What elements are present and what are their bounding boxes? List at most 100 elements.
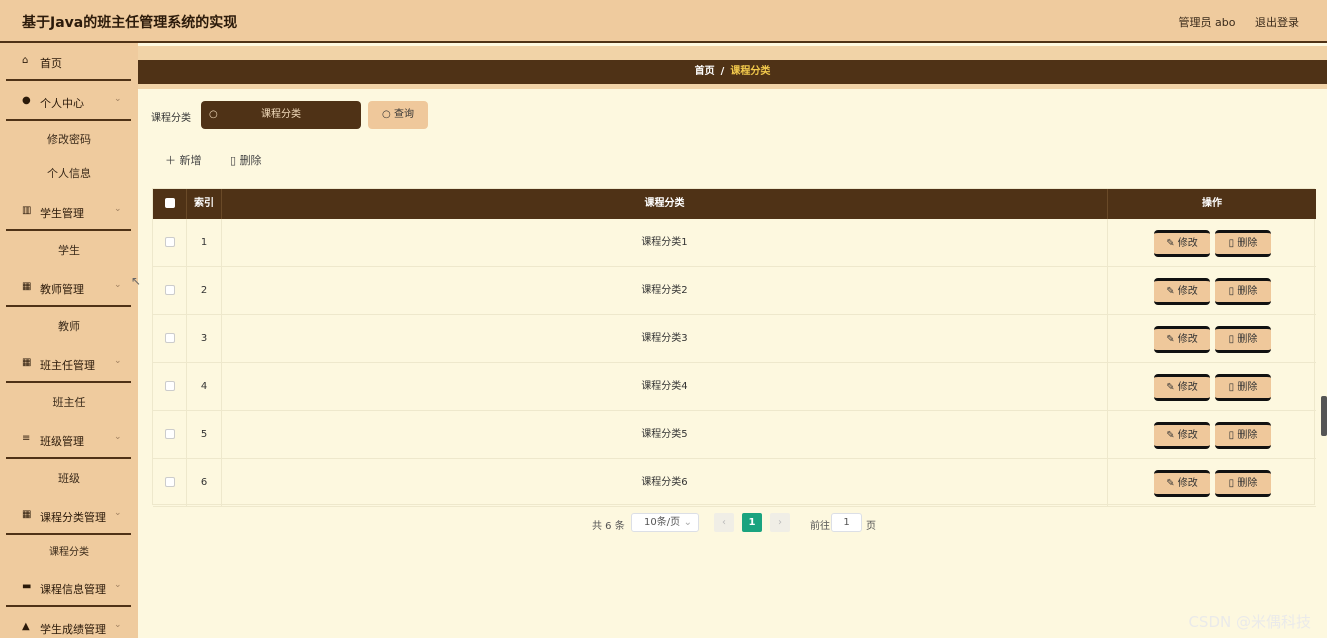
row-checkbox[interactable]	[164, 381, 175, 391]
goto-unit: 页	[866, 521, 876, 532]
sidebar-subitem-password[interactable]: 修改密码	[0, 125, 138, 155]
goto-page-input[interactable]: 1	[831, 513, 862, 532]
sidebar-item-headteachers[interactable]: ▦ 班主任管理 ⌄	[6, 345, 131, 383]
search-input[interactable]: ○ 课程分类	[201, 101, 361, 129]
row-index: 1	[187, 219, 222, 266]
row-select-cell[interactable]	[153, 315, 187, 362]
sidebar-item-label: 学生成绩管理	[40, 623, 106, 636]
sidebar-subitem-course-category[interactable]: 课程分类	[0, 538, 138, 568]
row-select-cell[interactable]	[153, 363, 187, 410]
edit-button[interactable]: ✎ 修改	[1154, 326, 1210, 353]
row-checkbox[interactable]	[164, 477, 175, 487]
chevron-down-icon: ⌄	[114, 620, 122, 630]
edit-button[interactable]: ✎ 修改	[1154, 278, 1210, 305]
edit-icon: ✎	[1166, 478, 1175, 489]
row-checkbox[interactable]	[164, 237, 175, 247]
row-checkbox[interactable]	[164, 429, 175, 439]
row-category: 课程分类6	[222, 459, 1108, 506]
next-page-button[interactable]: ›	[770, 513, 790, 532]
delete-button[interactable]: ▯ 删除	[1215, 278, 1271, 305]
row-checkbox[interactable]	[164, 333, 175, 343]
delete-button[interactable]: ▯ 删除	[1215, 374, 1271, 401]
query-button[interactable]: ○ 查询	[368, 101, 428, 129]
prev-page-button[interactable]: ‹	[714, 513, 734, 532]
chevron-down-icon: ⌄	[114, 356, 122, 366]
sidebar-item-students[interactable]: ▥ 学生管理 ⌄	[6, 193, 131, 231]
column-header-actions: 操作	[1202, 198, 1222, 209]
row-actions	[1108, 363, 1316, 410]
chevron-down-icon: ⌄	[114, 580, 122, 590]
edit-button[interactable]: ✎ 修改	[1154, 230, 1210, 257]
row-category: 课程分类4	[222, 363, 1108, 410]
delete-button[interactable]: ▯ 删除	[1215, 230, 1271, 257]
breadcrumb-home[interactable]: 首页	[695, 66, 715, 77]
sidebar-item-classes[interactable]: ≡ 班级管理 ⌄	[6, 421, 131, 459]
row-select-cell[interactable]	[153, 459, 187, 506]
sidebar-item-label: 班主任管理	[40, 359, 95, 372]
row-checkbox[interactable]	[164, 285, 175, 295]
delete-button-label: 删除	[1237, 382, 1258, 393]
row-index: 4	[187, 363, 222, 410]
chevron-down-icon: ⌄	[114, 204, 122, 214]
sidebar-subitem-headteacher[interactable]: 班主任	[0, 388, 138, 418]
sidebar-item-grades[interactable]: ▲ 学生成绩管理 ⌄	[6, 609, 131, 638]
sidebar-item-label: 学生管理	[40, 207, 84, 220]
row-actions	[1108, 267, 1316, 314]
delete-button[interactable]: ▯ 删除	[1215, 422, 1271, 449]
edit-button[interactable]: ✎ 修改	[1154, 374, 1210, 401]
edit-icon: ✎	[1166, 382, 1175, 393]
chevron-down-icon: ⌄	[683, 517, 692, 528]
select-all-checkbox[interactable]	[164, 198, 175, 208]
sidebar-item-label: 个人中心	[40, 97, 84, 110]
logout-link[interactable]: 退出登录	[1255, 16, 1299, 29]
delete-button-label: 删除	[1237, 430, 1258, 441]
watermark: CSDN @米偶科技	[1188, 613, 1311, 631]
add-button-label: 新增	[179, 154, 202, 167]
sidebar-item-teachers[interactable]: ▦ 教师管理 ⌄	[6, 269, 131, 307]
edit-button[interactable]: ✎ 修改	[1154, 422, 1210, 449]
table-row: 5 课程分类5 ✎ 修改 ▯ 删除	[153, 411, 1316, 459]
delete-button[interactable]: ▯ 删除	[1215, 470, 1271, 497]
edit-button-label: 修改	[1177, 382, 1198, 393]
top-header: 基于Java的班主任管理系统的实现 管理员 abo 退出登录	[0, 0, 1327, 43]
table-header: 索引 课程分类 操作	[153, 189, 1316, 219]
sidebar-subitem-class[interactable]: 班级	[0, 464, 138, 494]
sidebar-item-personal[interactable]: ● 个人中心 ⌄	[6, 83, 131, 121]
scrollbar-handle[interactable]	[1321, 396, 1327, 436]
delete-button[interactable]: ▯ 删除	[1215, 326, 1271, 353]
user-icon: ●	[22, 95, 31, 106]
table-row: 6 课程分类6 ✎ 修改 ▯ 删除	[153, 459, 1316, 507]
add-button[interactable]: ＋ 新增	[165, 152, 202, 168]
page-size-select[interactable]: 10条/页 ⌄	[631, 513, 699, 532]
grid-icon: ▦	[22, 357, 32, 368]
search-icon: ○	[382, 109, 391, 120]
app-title: 基于Java的班主任管理系统的实现	[22, 15, 238, 31]
sidebar-item-course-categories[interactable]: ▦ 课程分类管理 ⌄	[6, 497, 131, 535]
row-category: 课程分类1	[222, 219, 1108, 266]
main-content: 首页 / 课程分类 课程分类 ○ 课程分类 ○ 查询 ＋ 新增 ▯ 删除 索引 课程…	[138, 43, 1327, 638]
edit-icon: ✎	[1166, 238, 1175, 249]
trash-icon: ▯	[230, 154, 237, 167]
pagination: 共 6 条 10条/页 ⌄ ‹ 1 › 前往 1 页	[138, 513, 1327, 533]
sidebar-subitem-teacher[interactable]: 教师	[0, 312, 138, 342]
delete-button-label: 删除	[1237, 478, 1258, 489]
row-select-cell[interactable]	[153, 267, 187, 314]
row-select-cell[interactable]	[153, 219, 187, 266]
batch-delete-label: 删除	[239, 154, 262, 167]
row-category: 课程分类5	[222, 411, 1108, 458]
edit-button[interactable]: ✎ 修改	[1154, 470, 1210, 497]
bar-chart-icon: ▥	[22, 205, 32, 216]
delete-button-label: 删除	[1237, 286, 1258, 297]
batch-delete-button[interactable]: ▯ 删除	[230, 152, 262, 168]
edit-button-label: 修改	[1177, 238, 1198, 249]
sidebar-item-course-info[interactable]: ▬ 课程信息管理 ⌄	[6, 569, 131, 607]
page-number[interactable]: 1	[742, 513, 762, 532]
select-all-cell[interactable]	[153, 189, 187, 219]
row-category: 课程分类2	[222, 267, 1108, 314]
sidebar-subitem-profile[interactable]: 个人信息	[0, 159, 138, 189]
row-category: 课程分类3	[222, 315, 1108, 362]
plus-icon: ＋	[165, 154, 176, 167]
row-select-cell[interactable]	[153, 411, 187, 458]
sidebar-item-home[interactable]: ⌂ 首页	[6, 43, 131, 81]
sidebar-subitem-student[interactable]: 学生	[0, 236, 138, 266]
